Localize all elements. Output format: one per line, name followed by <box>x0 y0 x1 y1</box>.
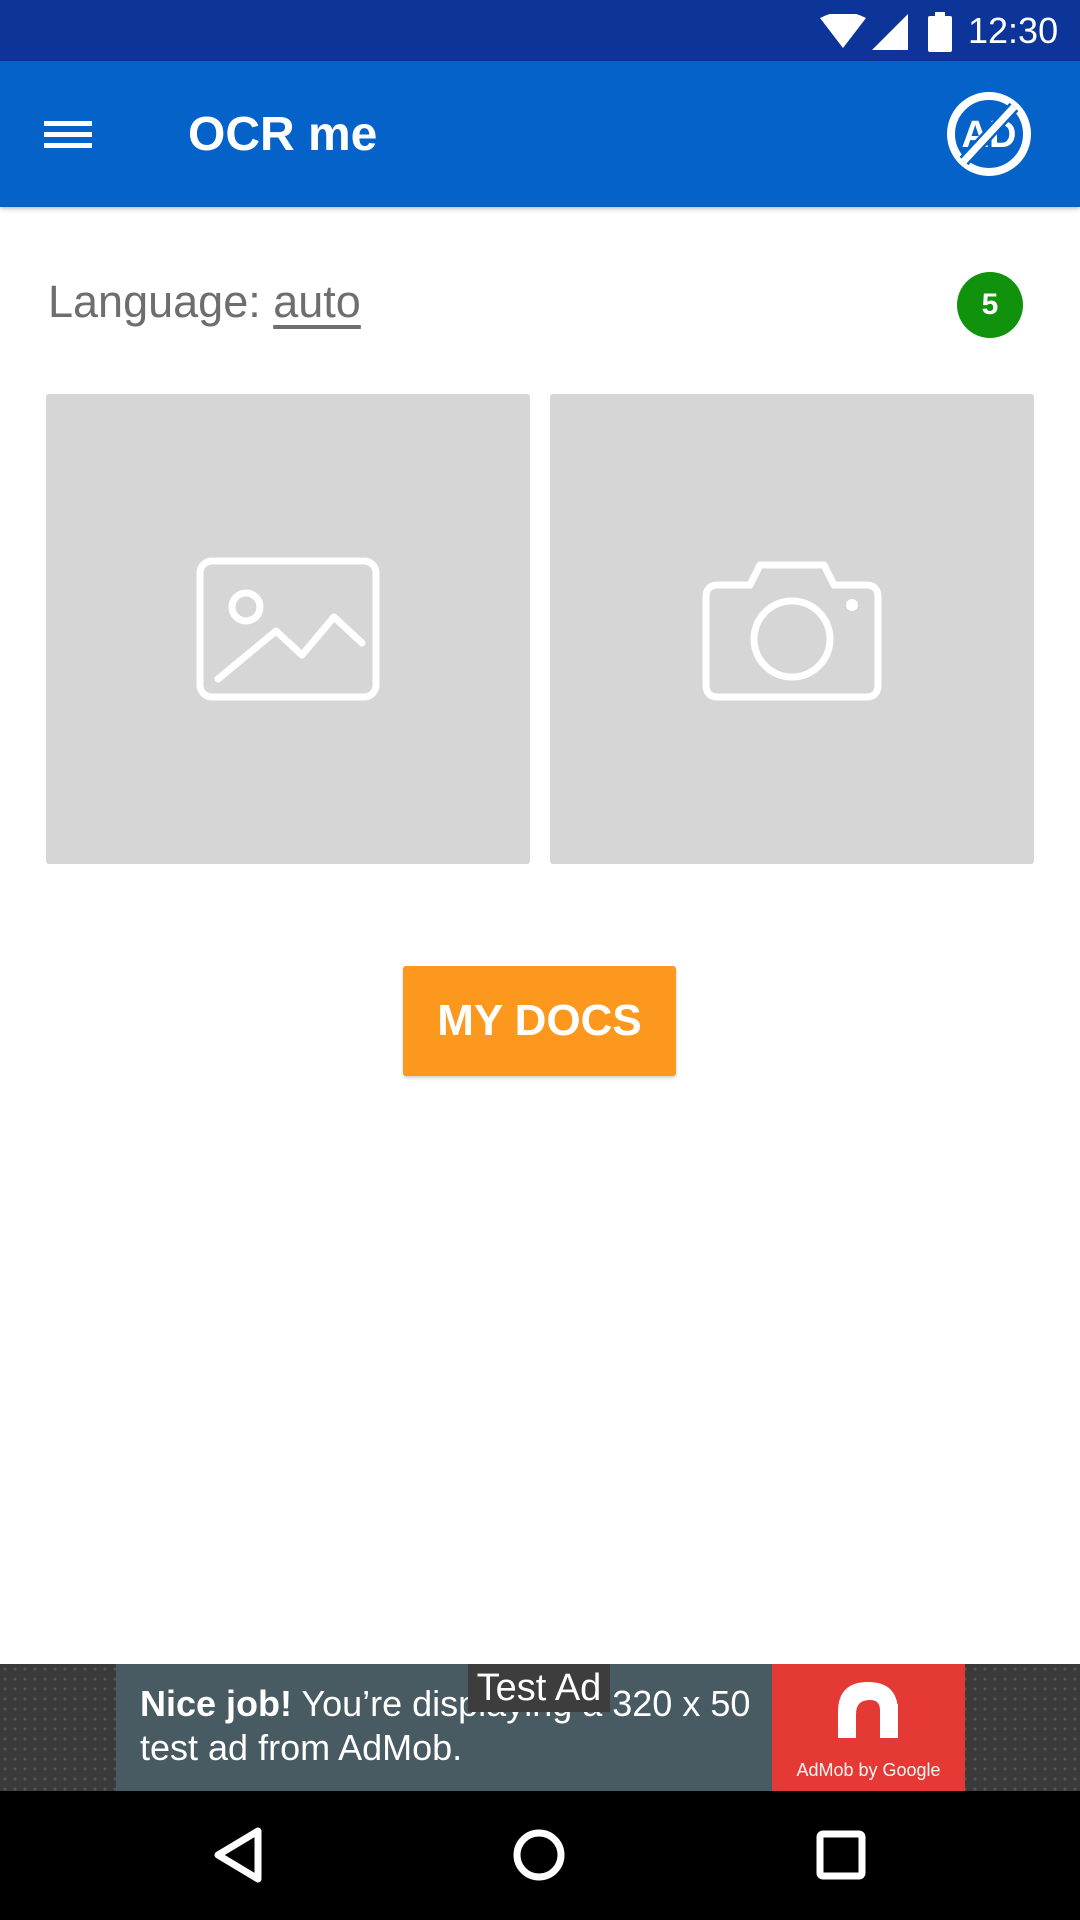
pick-image-tile[interactable] <box>46 394 530 864</box>
app-bar: OCR me AD <box>0 61 1080 207</box>
recents-button[interactable] <box>801 1815 881 1895</box>
count-badge[interactable]: 5 <box>957 272 1023 338</box>
menu-button[interactable] <box>24 99 114 169</box>
home-button[interactable] <box>499 1815 579 1895</box>
hamburger-menu-icon <box>44 121 92 148</box>
language-row: Language: auto <box>48 272 361 332</box>
admob-brand: AdMob by Google <box>796 1760 941 1780</box>
wifi-icon <box>820 14 866 48</box>
remove-ads-button[interactable]: AD <box>944 89 1034 179</box>
ad-headline: Nice job! <box>140 1683 293 1724</box>
admob-logo-icon <box>838 1682 898 1738</box>
app-title: OCR me <box>188 108 378 161</box>
no-ads-icon: AD <box>947 92 1031 176</box>
language-label: Language: <box>48 276 261 327</box>
navigation-bar <box>0 1791 1080 1920</box>
status-bar: 12:30 <box>0 0 1080 61</box>
home-icon <box>513 1829 565 1881</box>
signal-icon <box>872 14 908 50</box>
image-gallery-icon <box>196 557 380 701</box>
screen: 12:30 OCR me AD Language: auto 5 <box>0 0 1080 1920</box>
take-photo-tile[interactable] <box>550 394 1034 864</box>
language-selector[interactable]: auto <box>273 276 361 327</box>
camera-icon <box>702 561 882 701</box>
recents-icon <box>816 1830 866 1880</box>
battery-icon <box>928 12 952 52</box>
back-icon <box>214 1827 262 1883</box>
admob-logo[interactable]: AdMob by Google <box>772 1664 965 1791</box>
my-docs-button[interactable]: MY DOCS <box>403 966 676 1076</box>
ad-text: Nice job! You’re displaying a 320 x 50 t… <box>140 1682 760 1770</box>
status-clock: 12:30 <box>968 10 1059 51</box>
back-button[interactable] <box>200 1815 280 1895</box>
test-ad-label: Test Ad <box>468 1664 610 1712</box>
ad-content[interactable]: Nice job! You’re displaying a 320 x 50 t… <box>116 1664 772 1791</box>
